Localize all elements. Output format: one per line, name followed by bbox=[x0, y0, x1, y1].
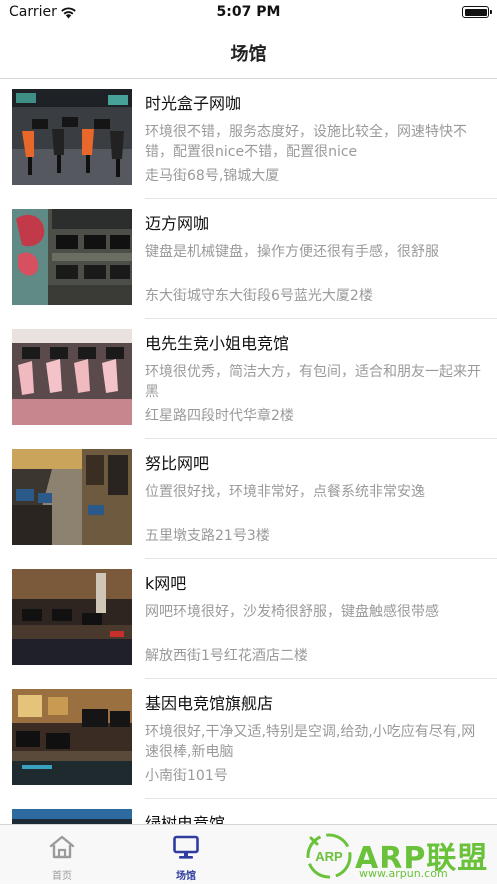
venue-list[interactable]: 时光盒子网咖 环境很不错，服务态度好，设施比较全，网速特快不错，配置很nice不… bbox=[0, 79, 497, 824]
venue-description: 网吧环境很好，沙发椅很舒服，键盘触感很带感 bbox=[145, 604, 439, 620]
venue-row[interactable]: 电先生竞小姐电竞馆 环境很优秀，简洁大方，有包间，适合和朋友一起来开黑 红星路四… bbox=[0, 319, 497, 439]
watermark-url: www.arpun.com bbox=[359, 867, 448, 880]
venue-row[interactable]: 绿树电竞馆 bbox=[0, 799, 497, 824]
venue-photo bbox=[12, 569, 132, 665]
tab-venue[interactable]: 场馆 bbox=[124, 825, 248, 884]
venue-photo bbox=[12, 89, 132, 185]
watermark: ARP ARP联盟 www.arpun.com bbox=[303, 830, 493, 882]
navigation-bar: 场馆 bbox=[0, 26, 497, 79]
venue-row[interactable]: 努比网吧 位置很好找，环境非常好，点餐系统非常安逸 五里墩支路21号3楼 bbox=[0, 439, 497, 559]
page-title: 场馆 bbox=[230, 44, 267, 65]
venue-address: 五里墩支路21号3楼 bbox=[145, 528, 270, 544]
venue-row[interactable]: 迈方网咖 键盘是机械键盘，操作方便还很有手感，很舒服 东大街城守东大街段6号蓝光… bbox=[0, 199, 497, 319]
venue-address: 走马街68号,锦城大厦 bbox=[145, 168, 280, 184]
venue-name: 电先生竞小姐电竞馆 bbox=[145, 334, 290, 353]
venue-address: 解放西街1号红花酒店二楼 bbox=[145, 648, 308, 664]
venue-address: 小南街101号 bbox=[145, 768, 228, 784]
venue-name: 基因电竞馆旗舰店 bbox=[145, 694, 274, 713]
arp-logo-icon: ARP bbox=[306, 833, 352, 879]
venue-description: 环境很优秀，简洁大方，有包间，适合和朋友一起来开黑 bbox=[145, 364, 481, 400]
svg-text:ARP: ARP bbox=[315, 849, 343, 864]
venue-name: k网吧 bbox=[145, 574, 187, 593]
venue-description: 环境很好,干净又适,特别是空调,给劲,小吃应有尽有,网速很棒,新电脑 bbox=[145, 724, 476, 760]
venue-name: 时光盒子网咖 bbox=[145, 94, 242, 113]
venue-row[interactable]: 时光盒子网咖 环境很不错，服务态度好，设施比较全，网速特快不错，配置很nice不… bbox=[0, 79, 497, 199]
monitor-icon bbox=[172, 833, 200, 865]
venue-name: 迈方网咖 bbox=[145, 214, 210, 233]
tab-home-label: 首页 bbox=[52, 871, 72, 882]
venue-photo bbox=[12, 329, 132, 425]
venue-description: 环境很不错，服务态度好，设施比较全，网速特快不错，配置很nice不错，配置很ni… bbox=[145, 124, 467, 160]
venue-name: 努比网吧 bbox=[145, 454, 210, 473]
status-bar: Carrier 5:07 PM bbox=[0, 0, 497, 26]
venue-photo bbox=[12, 209, 132, 305]
battery-icon bbox=[462, 6, 492, 18]
tab-home[interactable]: 首页 bbox=[0, 825, 124, 884]
clock-label: 5:07 PM bbox=[216, 4, 281, 20]
venue-row[interactable]: k网吧 网吧环境很好，沙发椅很舒服，键盘触感很带感 解放西街1号红花酒店二楼 bbox=[0, 559, 497, 679]
venue-address: 红星路四段时代华章2楼 bbox=[145, 408, 294, 424]
home-icon bbox=[48, 833, 76, 865]
venue-photo bbox=[12, 449, 132, 545]
venue-address: 东大街城守东大街段6号蓝光大厦2楼 bbox=[145, 288, 373, 304]
venue-name: 绿树电竞馆 bbox=[145, 814, 226, 824]
venue-photo bbox=[12, 689, 132, 785]
venue-description: 键盘是机械键盘，操作方便还很有手感，很舒服 bbox=[145, 244, 439, 260]
tab-venue-label: 场馆 bbox=[176, 871, 196, 882]
venue-description: 位置很好找，环境非常好，点餐系统非常安逸 bbox=[145, 484, 425, 500]
venue-row[interactable]: 基因电竞馆旗舰店 环境很好,干净又适,特别是空调,给劲,小吃应有尽有,网速很棒,… bbox=[0, 679, 497, 799]
venue-photo bbox=[12, 809, 132, 824]
